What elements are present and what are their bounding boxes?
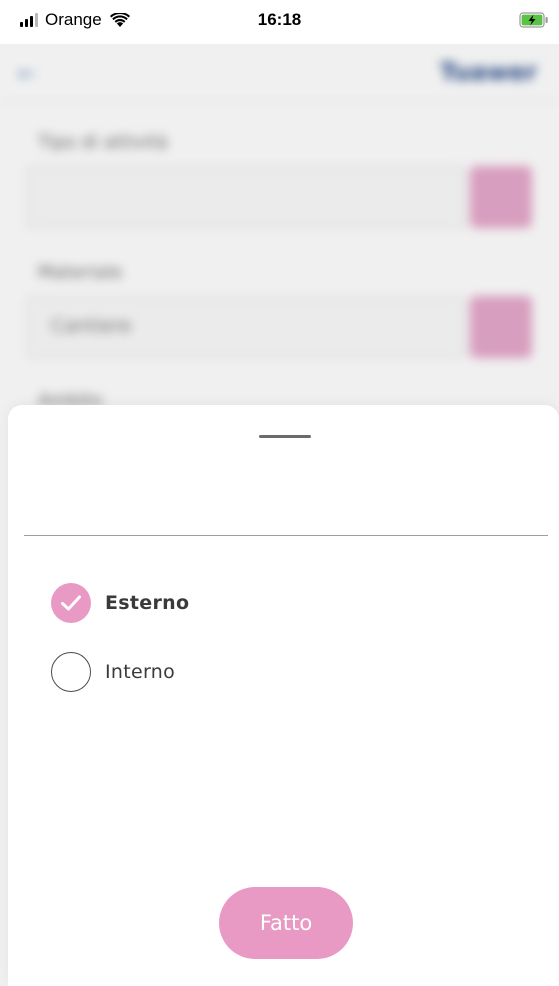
sheet-grabber-handle[interactable] (259, 435, 311, 438)
sheet-divider (24, 535, 548, 536)
battery-charging-icon (519, 12, 548, 28)
status-bar: Orange 16:18 (0, 0, 559, 44)
screen: Orange 16:18 ← Tuawer Tipo di attività M… (0, 0, 559, 986)
option-interno[interactable]: Interno (51, 650, 175, 694)
radio-checked-icon[interactable] (51, 583, 91, 623)
done-button[interactable]: Fatto (219, 887, 353, 959)
option-esterno[interactable]: Esterno (51, 581, 189, 625)
radio-unchecked-icon[interactable] (51, 652, 91, 692)
bottom-sheet: Esterno Interno Fatto (8, 405, 559, 986)
status-time: 16:18 (257, 10, 302, 29)
checkmark-icon (61, 595, 81, 611)
option-label: Interno (105, 661, 176, 683)
option-label: Esterno (105, 592, 190, 614)
